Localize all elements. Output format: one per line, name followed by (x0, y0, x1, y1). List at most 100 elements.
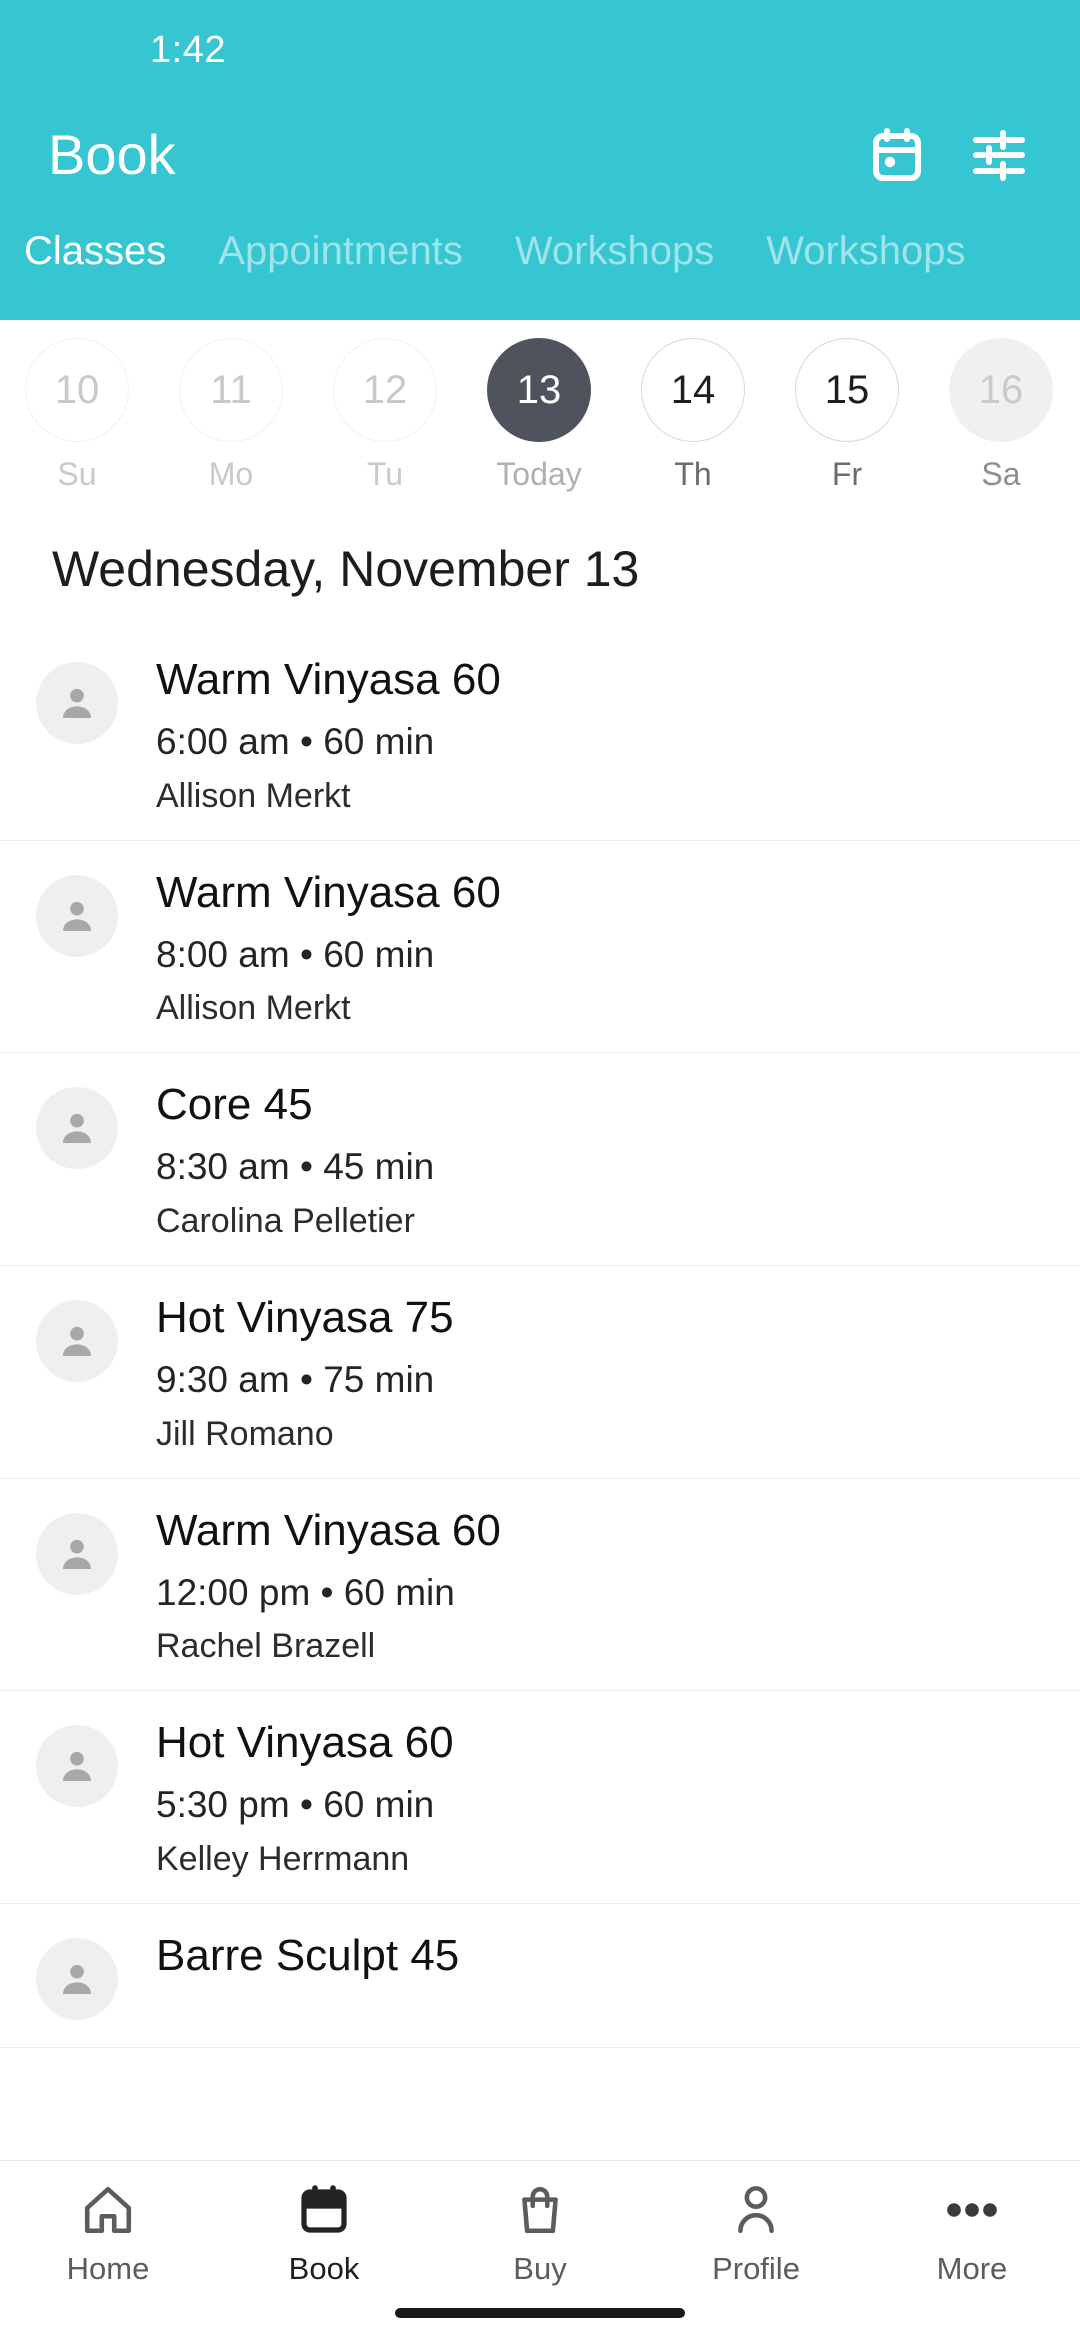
nav-label: Book (288, 2251, 360, 2286)
class-time-duration: 9:30 am • 75 min (156, 1358, 435, 1400)
date-cell-14[interactable]: 14 Th (616, 338, 770, 493)
tab-strip[interactable]: Classes Appointments Workshops Workshops (0, 210, 1080, 320)
date-number: 13 (487, 338, 591, 442)
app-root: 1:42 Book Classes Appointments Workshops… (0, 0, 1080, 2340)
nav-item-profile[interactable]: Profile (648, 2181, 864, 2287)
person-icon (731, 2181, 781, 2239)
person-placeholder-icon (57, 1959, 97, 1999)
date-cell-12[interactable]: 12 Tu (308, 338, 462, 493)
date-weekday: Su (57, 456, 97, 492)
person-placeholder-icon (57, 1321, 97, 1361)
date-cell-15[interactable]: 15 Fr (770, 338, 924, 493)
class-details: Warm Vinyasa 60 12:00 pm • 60 min Rachel… (156, 1505, 501, 1667)
status-bar-time: 1:42 (150, 28, 226, 71)
tab-classes[interactable]: Classes (24, 228, 166, 274)
class-title: Warm Vinyasa 60 (156, 1505, 501, 1555)
class-list-item[interactable]: Warm Vinyasa 60 12:00 pm • 60 min Rachel… (0, 1479, 1080, 1692)
class-list-item[interactable]: Warm Vinyasa 60 6:00 am • 60 min Allison… (0, 628, 1080, 841)
page-title: Book (48, 123, 176, 186)
selected-date-heading: Wednesday, November 13 (52, 541, 640, 597)
filter-sliders-icon (972, 129, 1026, 181)
date-weekday: Fr (831, 456, 863, 492)
filter-button[interactable] (970, 126, 1028, 184)
class-title: Barre Sculpt 45 (156, 1931, 460, 1981)
nav-item-book[interactable]: Book (216, 2181, 432, 2287)
date-number: 16 (949, 338, 1053, 442)
class-details: Core 45 8:30 am • 45 min Carolina Pellet… (156, 1079, 434, 1241)
class-details: Warm Vinyasa 60 6:00 am • 60 min Allison… (156, 654, 501, 816)
date-number: 10 (25, 338, 129, 442)
date-weekday: Today (496, 456, 582, 492)
person-placeholder-icon (57, 683, 97, 723)
avatar (36, 1725, 118, 1808)
date-number: 11 (179, 338, 283, 442)
date-number: 12 (333, 338, 437, 442)
class-list-item-partial[interactable]: Barre Sculpt 45 (0, 1904, 1080, 2049)
home-icon (81, 2181, 135, 2239)
class-title: Warm Vinyasa 60 (156, 655, 501, 704)
date-weekday: Tu (366, 456, 404, 492)
nav-item-home[interactable]: Home (0, 2181, 216, 2287)
class-instructor: Rachel Brazell (156, 1627, 376, 1666)
avatar (36, 1938, 118, 2021)
class-instructor: Carolina Pelletier (156, 1201, 415, 1240)
class-title: Core 45 (156, 1080, 313, 1130)
avatar (36, 662, 118, 744)
app-header: 1:42 Book Classes Appointments Workshops… (0, 0, 1080, 320)
tab-workshops-overflow[interactable]: Workshops (766, 228, 965, 274)
home-indicator (395, 2308, 685, 2318)
person-placeholder-icon (57, 1746, 97, 1786)
date-number: 14 (641, 338, 745, 442)
app-bar: Book (0, 100, 1080, 210)
nav-label: Home (66, 2251, 150, 2286)
tab-workshops[interactable]: Workshops (515, 228, 714, 274)
class-instructor: Allison Merkt (156, 989, 351, 1028)
app-bar-actions (868, 126, 1028, 184)
date-cell-16[interactable]: 16 Sa (924, 338, 1078, 493)
date-weekday: Th (674, 456, 712, 492)
calendar-icon (871, 127, 923, 183)
nav-item-buy[interactable]: Buy (432, 2181, 648, 2287)
nav-label: Buy (513, 2251, 567, 2286)
class-title: Hot Vinyasa 60 (156, 1718, 454, 1768)
nav-label: More (936, 2251, 1008, 2286)
class-time-duration: 8:00 am • 60 min (156, 933, 435, 975)
calendar-button[interactable] (868, 126, 926, 184)
avatar (36, 874, 118, 957)
class-title: Warm Vinyasa 60 (156, 867, 501, 917)
class-list-item[interactable]: Hot Vinyasa 60 5:30 pm • 60 min Kelley H… (0, 1691, 1080, 1905)
date-cell-13-today[interactable]: 13 Today (462, 338, 616, 493)
class-details: Hot Vinyasa 75 9:30 am • 75 min Jill Rom… (156, 1292, 454, 1454)
nav-item-more[interactable]: More (864, 2181, 1080, 2287)
class-list-item[interactable]: Hot Vinyasa 75 9:30 am • 75 min Jill Rom… (0, 1266, 1080, 1479)
date-weekday: Sa (981, 456, 1021, 492)
ellipsis-icon (944, 2181, 1000, 2239)
class-instructor: Kelley Herrmann (156, 1839, 410, 1878)
class-list[interactable]: Warm Vinyasa 60 6:00 am • 60 min Allison… (0, 628, 1080, 2340)
date-weekday: Mo (208, 456, 254, 492)
class-list-item[interactable]: Warm Vinyasa 60 8:00 am • 60 min Allison… (0, 841, 1080, 1054)
person-placeholder-icon (57, 1108, 97, 1148)
class-instructor: Jill Romano (156, 1414, 334, 1453)
person-placeholder-icon (57, 1534, 97, 1574)
calendar-icon (297, 2181, 351, 2239)
class-list-item[interactable]: Core 45 8:30 am • 45 min Carolina Pellet… (0, 1053, 1080, 1267)
class-title: Hot Vinyasa 75 (156, 1293, 454, 1343)
avatar (36, 1300, 118, 1383)
date-number: 15 (795, 338, 899, 442)
status-bar: 1:42 (0, 0, 1080, 100)
class-time-duration: 5:30 pm • 60 min (156, 1784, 435, 1826)
class-instructor: Allison Merkt (156, 776, 351, 815)
class-time-duration: 6:00 am • 60 min (156, 720, 435, 762)
date-cell-10[interactable]: 10 Su (0, 338, 154, 493)
avatar (36, 1512, 118, 1595)
tab-appointments[interactable]: Appointments (218, 228, 463, 274)
class-time-duration: 8:30 am • 45 min (156, 1146, 435, 1188)
nav-label: Profile (712, 2251, 800, 2286)
date-strip[interactable]: 10 Su 11 Mo 12 Tu 13 Today 14 Th 15 Fr 1… (0, 320, 1080, 520)
date-cell-11[interactable]: 11 Mo (154, 338, 308, 493)
class-details: Barre Sculpt 45 (156, 1930, 459, 1982)
avatar (36, 1087, 118, 1170)
class-details: Warm Vinyasa 60 8:00 am • 60 min Allison… (156, 867, 501, 1029)
class-details: Hot Vinyasa 60 5:30 pm • 60 min Kelley H… (156, 1717, 454, 1879)
